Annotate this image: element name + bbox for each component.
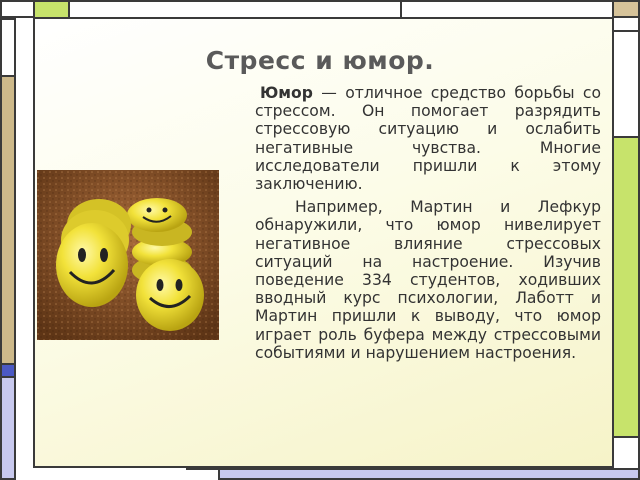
- paragraph-2-text: Например, Мартин и Лефкур обнаружили, чт…: [255, 198, 601, 362]
- term-humor: Юмор: [260, 84, 313, 102]
- slide-body: Юмор — отличное средство борьбы со стрес…: [255, 84, 601, 362]
- deco-block-tan-left: [0, 75, 16, 365]
- smiley-faces-photo: [37, 170, 219, 340]
- smiley-icon: [37, 170, 219, 340]
- deco-block-tan-top: [612, 0, 640, 18]
- paragraph-1: Юмор — отличное средство борьбы со стрес…: [255, 84, 601, 193]
- deco-block-green-right: [612, 136, 640, 438]
- slide-title: Стресс и юмор.: [205, 46, 435, 75]
- deco-block-bottom-lavender: [218, 468, 640, 480]
- deco-block-lavender-left: [0, 376, 16, 480]
- paragraph-2: Например, Мартин и Лефкур обнаружили, чт…: [255, 198, 601, 362]
